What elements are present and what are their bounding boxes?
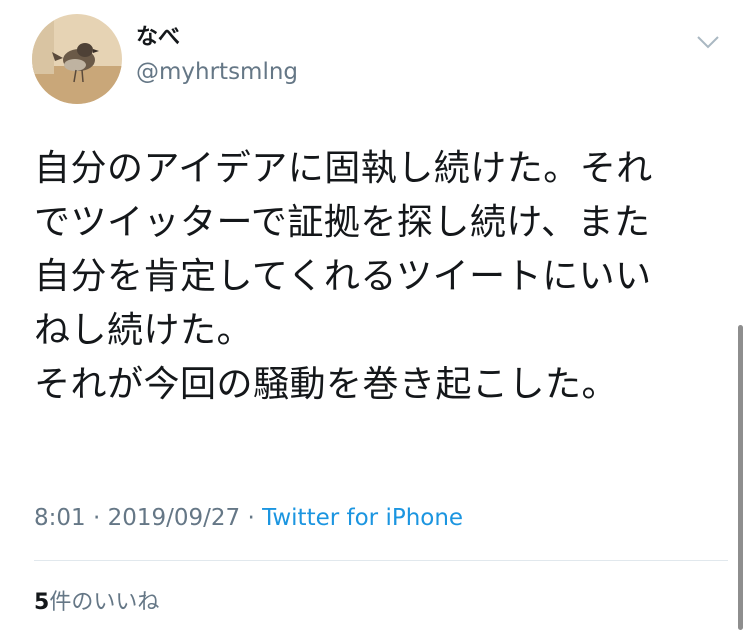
tweet-source-link[interactable]: Twitter for iPhone — [262, 505, 463, 531]
meta-separator: · — [240, 505, 263, 531]
likes-label: 件のいいね — [49, 590, 160, 615]
tweet-text-line: それが今回の騒動を巻き起こした。 — [34, 364, 619, 405]
divider — [34, 560, 728, 561]
tweet-text: 自分のアイデアに固執し続けた。それ でツイッターで証拠を探し続け、また 自分を肯… — [34, 142, 724, 412]
tweet-meta: 8:01 · 2019/09/27 · Twitter for iPhone — [34, 502, 463, 534]
user-handle[interactable]: @myhrtsmlng — [136, 58, 298, 86]
likes-summary[interactable]: 5件のいいね — [34, 588, 159, 618]
likes-count: 5 — [34, 590, 50, 615]
tweet-text-line: 自分を肯定してくれるツイートにいい — [34, 256, 652, 297]
tweet-time: 8:01 — [34, 505, 86, 531]
tweet-text-line: でツイッターで証拠を探し続け、また — [34, 202, 651, 243]
sparrow-avatar-icon — [32, 14, 122, 104]
display-name[interactable]: なべ — [136, 24, 180, 52]
scrollbar[interactable] — [738, 325, 743, 630]
avatar[interactable] — [32, 14, 122, 104]
tweet-text-line: ねし続けた。 — [34, 310, 254, 351]
chevron-down-icon[interactable] — [692, 26, 724, 58]
meta-separator: · — [85, 505, 108, 531]
tweet-date: 2019/09/27 — [107, 505, 241, 531]
tweet-text-line: 自分のアイデアに固執し続けた。それ — [34, 148, 653, 189]
